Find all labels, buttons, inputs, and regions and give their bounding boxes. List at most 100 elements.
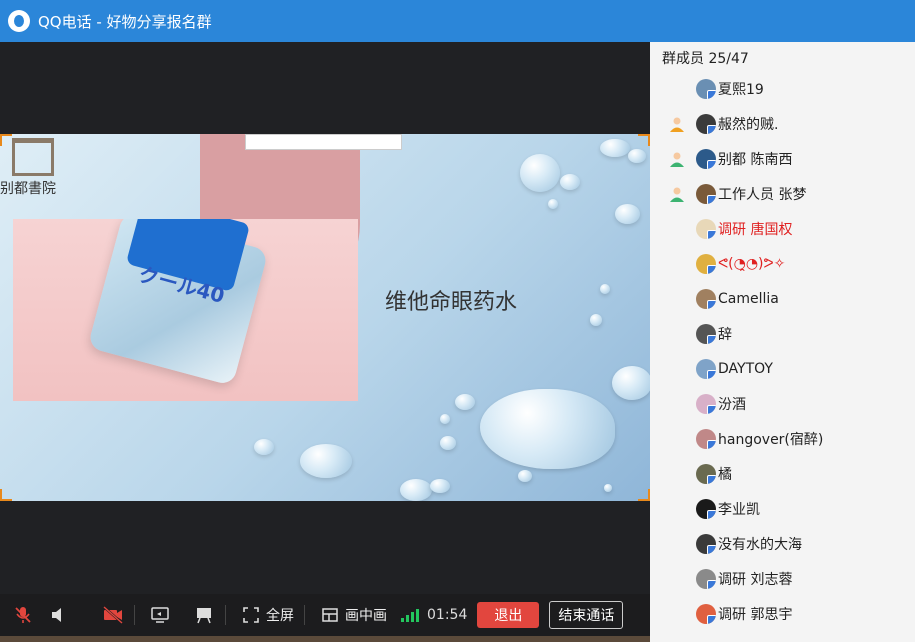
member-item[interactable]: 调研 刘志蓉: [650, 561, 915, 596]
water-drop: [430, 479, 450, 493]
member-name: 汾酒: [718, 396, 746, 413]
title-bar: QQ电话 - 好物分享报名群: [0, 0, 915, 42]
member-name: 橘: [718, 466, 732, 483]
member-item[interactable]: Camellia: [650, 281, 915, 316]
frame-corner: [0, 134, 12, 146]
member-item[interactable]: 橘: [650, 456, 915, 491]
member-avatar: [696, 463, 716, 484]
water-drop: [440, 414, 450, 424]
divider: [225, 605, 226, 625]
picture-in-picture-label: 画中画: [345, 608, 387, 624]
member-avatar: [696, 533, 716, 554]
member-item[interactable]: hangover(宿醉): [650, 421, 915, 456]
water-drop: [400, 479, 432, 501]
member-avatar: [696, 113, 716, 134]
presentation-icon[interactable]: [193, 605, 215, 625]
water-drop: [615, 204, 640, 224]
divider: [134, 605, 135, 625]
member-item[interactable]: 别都 陈南西: [650, 141, 915, 176]
member-item[interactable]: 调研 郭思宇: [650, 596, 915, 631]
taskbar-strip: [0, 636, 650, 642]
frame-corner: [638, 134, 650, 146]
online-status-icon: [707, 544, 716, 554]
picture-in-picture-icon: [319, 605, 341, 625]
water-drop: [612, 366, 650, 400]
water-drop: [560, 174, 580, 190]
member-name: 工作人员 张梦: [718, 186, 807, 203]
camera-off-icon[interactable]: [102, 605, 124, 625]
member-item[interactable]: ᕙ(◔̯◔)ᕗ✧: [650, 246, 915, 281]
water-drop: [590, 314, 602, 326]
water-drop: [455, 394, 475, 410]
member-name: Camellia: [718, 290, 779, 307]
online-status-icon: [707, 614, 716, 624]
member-name: 辞: [718, 326, 732, 343]
water-drop: [600, 284, 610, 294]
member-name: 调研 刘志蓉: [718, 571, 793, 588]
member-avatar: [696, 78, 716, 99]
water-drop: [300, 444, 352, 478]
member-name: 赧然的贼.: [718, 116, 779, 133]
call-timer: 01:54: [427, 607, 468, 623]
speaker-icon[interactable]: [48, 605, 70, 625]
group-owner-icon: [668, 115, 686, 133]
member-item[interactable]: 汾酒: [650, 386, 915, 421]
window-title: QQ电话 - 好物分享报名群: [38, 12, 212, 31]
member-avatar: [696, 393, 716, 414]
slide-logo-text: 别都書院: [0, 181, 56, 197]
online-status-icon: [707, 439, 716, 449]
water-drop: [600, 139, 630, 157]
member-avatar: [696, 218, 716, 239]
online-status-icon: [707, 404, 716, 414]
member-avatar: [696, 253, 716, 274]
online-status-icon: [707, 124, 716, 134]
member-name: 调研 唐国权: [718, 221, 793, 238]
member-avatar: [696, 183, 716, 204]
online-status-icon: [707, 474, 716, 484]
product-photo: クール40: [13, 219, 358, 401]
member-item[interactable]: 没有水的大海: [650, 526, 915, 561]
member-count: 群成员 25/47: [662, 51, 749, 67]
call-controls-bar: 全屏 画中画 01:54 退出 结束通话: [0, 594, 650, 636]
member-name: DAYTOY: [718, 360, 773, 377]
fullscreen-button[interactable]: 全屏: [240, 605, 294, 625]
slide-logo-icon: [12, 138, 54, 176]
member-avatar: [696, 148, 716, 169]
signal-strength-icon: [401, 608, 419, 622]
online-status-icon: [707, 229, 716, 239]
member-name: ᕙ(◔̯◔)ᕗ✧: [718, 255, 786, 272]
member-item[interactable]: 工作人员 张梦: [650, 176, 915, 211]
member-item[interactable]: 夏熙19: [650, 71, 915, 106]
member-avatar: [696, 603, 716, 624]
member-name: 别都 陈南西: [718, 151, 793, 168]
shared-screen: 别都書院 クール40 维他命眼药水: [0, 134, 650, 501]
online-status-icon: [707, 299, 716, 309]
water-drop: [440, 436, 456, 450]
exit-button[interactable]: 退出: [477, 602, 540, 628]
end-call-button[interactable]: 结束通话: [549, 601, 624, 629]
water-drop: [604, 484, 612, 492]
member-item[interactable]: 调研 唐国权: [650, 211, 915, 246]
water-drop: [518, 470, 532, 482]
online-status-icon: [707, 194, 716, 204]
fullscreen-icon: [240, 605, 262, 625]
online-status-icon: [707, 579, 716, 589]
slide-heading: 维他命眼药水: [385, 290, 518, 315]
frame-corner: [0, 489, 12, 501]
online-status-icon: [707, 369, 716, 379]
online-status-icon: [707, 159, 716, 169]
slide-top-strip: [245, 134, 402, 150]
screen-share-icon[interactable]: [149, 605, 171, 625]
picture-in-picture-button[interactable]: 画中画: [319, 605, 387, 625]
member-item[interactable]: DAYTOY: [650, 351, 915, 386]
member-item[interactable]: 辞: [650, 316, 915, 351]
member-item[interactable]: 李业凯: [650, 491, 915, 526]
water-drop: [548, 199, 558, 209]
member-avatar: [696, 288, 716, 309]
mic-muted-icon[interactable]: [12, 605, 34, 625]
water-drop: [480, 389, 615, 469]
water-drop: [254, 439, 274, 455]
frame-corner: [638, 489, 650, 501]
divider: [304, 605, 305, 625]
member-item[interactable]: 赧然的贼.: [650, 106, 915, 141]
